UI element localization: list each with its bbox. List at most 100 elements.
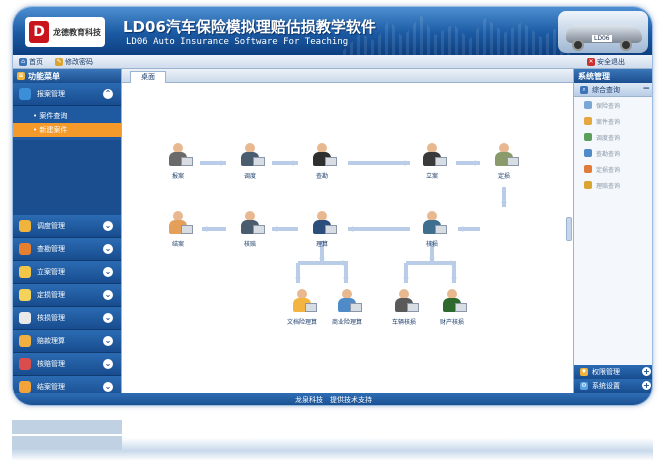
workflow-node-report[interactable]: 报案 xyxy=(158,143,198,180)
flow-arrowhead xyxy=(272,226,278,232)
right-menu-item[interactable]: 案件查询 xyxy=(574,113,652,129)
expand-chevron-icon[interactable]: ⌄ xyxy=(103,313,113,323)
survey-icon xyxy=(307,143,337,169)
top-toolbar: ⌂ 首页 ✎ 修改密码 ✕ 安全退出 xyxy=(13,55,652,69)
sidebar-group-dispatch[interactable]: 调度管理 ⌄ xyxy=(13,215,121,238)
workflow-node-biz-calc[interactable]: 商业险理算 xyxy=(327,289,367,326)
sidebar-group-loss[interactable]: 定损管理 ⌄ xyxy=(13,284,121,307)
expand-chevron-icon[interactable]: ⌄ xyxy=(103,405,113,406)
expand-icon: + xyxy=(642,367,651,376)
car-image: LD06 xyxy=(558,11,648,53)
flow-arrowhead xyxy=(292,160,298,166)
home-icon: ⌂ xyxy=(19,58,27,66)
permission-management-button[interactable]: ♦ 权限管理 + xyxy=(574,365,652,379)
main-content: 桌面 报案 调度 查勘 立案 定损结案 核赔 理算 核损文档险理算 商业险理算 车辆核损 财产核损 xyxy=(121,69,573,393)
expand-chevron-icon[interactable]: ⌄ xyxy=(103,244,113,254)
workflow-node-vehicle-loss[interactable]: 车辆核损 xyxy=(384,289,424,326)
sidebar-group-calc[interactable]: 赔款理算 ⌄ xyxy=(13,330,121,353)
flow-arrowhead xyxy=(501,201,507,207)
right-panel-toggle[interactable] xyxy=(566,217,572,241)
logo-text: 龙德教育科技 xyxy=(53,27,101,37)
app-title: LD06汽车保险模拟理赔估损教学软件 xyxy=(123,18,376,36)
system-settings-button[interactable]: ⚙ 系统设置 + xyxy=(574,379,652,393)
dispatch-icon xyxy=(19,220,31,232)
loss-icon xyxy=(489,143,519,169)
query-item-icon xyxy=(584,117,592,125)
right-menu-item[interactable]: 保险查询 xyxy=(574,97,652,113)
flow-arrowhead xyxy=(458,226,464,232)
collapse-minus-icon[interactable]: − xyxy=(642,84,650,94)
sidebar-submenu-report: • 案件查询 • 新建案件 xyxy=(13,106,121,140)
city-skyline-decoration xyxy=(343,15,573,55)
right-menu-item[interactable]: 查勘查询 xyxy=(574,145,652,161)
filing-icon xyxy=(19,266,31,278)
logo-mark-icon: D xyxy=(29,21,49,43)
expand-icon: + xyxy=(642,381,651,390)
tab-bar: 桌面 xyxy=(122,69,573,83)
report-icon xyxy=(19,88,31,100)
loss-icon xyxy=(19,289,31,301)
sidebar-group-verify[interactable]: 核损管理 ⌄ xyxy=(13,307,121,330)
expand-chevron-icon[interactable]: ⌄ xyxy=(103,290,113,300)
key-icon: ✎ xyxy=(55,58,63,66)
verify-icon xyxy=(417,211,447,237)
biz-calc-icon xyxy=(332,289,362,315)
workflow-node-dispatch[interactable]: 调度 xyxy=(230,143,270,180)
change-password-link[interactable]: ✎ 修改密码 xyxy=(55,57,93,67)
right-sidebar: 系统管理 ⌕ 综合查询 − 保险查询 案件查询 调度查询 查勘查询 定损查询 理赔查询 ♦… xyxy=(573,69,652,393)
review-icon xyxy=(19,358,31,370)
expand-chevron-icon[interactable]: ⌄ xyxy=(103,221,113,231)
collapse-icon[interactable]: ⌃ xyxy=(103,89,113,99)
calc-icon xyxy=(19,335,31,347)
doc-calc-icon xyxy=(287,289,317,315)
window-reflection xyxy=(12,408,653,474)
workflow-node-verify[interactable]: 核损 xyxy=(412,211,452,248)
sidebar-item-case-query[interactable]: • 案件查询 xyxy=(13,109,121,123)
workflow-node-calc[interactable]: 理算 xyxy=(302,211,342,248)
workflow-node-property-loss[interactable]: 财产核损 xyxy=(432,289,472,326)
close-icon xyxy=(163,211,193,237)
comprehensive-query-group[interactable]: ⌕ 综合查询 − xyxy=(574,83,652,97)
close-case-icon xyxy=(19,381,31,393)
home-link[interactable]: ⌂ 首页 xyxy=(19,57,43,67)
dispatch-icon xyxy=(235,143,265,169)
app-window: D 龙德教育科技 LD06汽车保险模拟理赔估损教学软件 LD06 Auto In… xyxy=(12,6,653,406)
workflow-node-loss[interactable]: 定损 xyxy=(484,143,524,180)
sidebar-group-survey[interactable]: 查勘管理 ⌄ xyxy=(13,238,121,261)
review-icon xyxy=(235,211,265,237)
workflow-node-survey[interactable]: 查勘 xyxy=(302,143,342,180)
flow-arrowhead xyxy=(343,277,349,283)
expand-chevron-icon[interactable]: ⌄ xyxy=(103,336,113,346)
footer: 龙泉科技 提供技术支持 xyxy=(13,393,652,405)
logout-link[interactable]: ✕ 安全退出 xyxy=(587,57,625,67)
expand-chevron-icon[interactable]: ⌄ xyxy=(103,359,113,369)
query-icon: ⌕ xyxy=(580,85,588,94)
flow-arrowhead xyxy=(474,160,480,166)
right-menu-item[interactable]: 理赔查询 xyxy=(574,177,652,193)
right-menu-item[interactable]: 调度查询 xyxy=(574,129,652,145)
app-subtitle: LD06 Auto Insurance Software For Teachin… xyxy=(126,37,349,47)
workflow-diagram: 报案 调度 查勘 立案 定损结案 核赔 理算 核损文档险理算 商业险理算 车辆核损 财产核损 xyxy=(122,83,574,393)
verify-icon xyxy=(19,312,31,324)
workflow-node-close[interactable]: 结案 xyxy=(158,211,198,248)
sidebar-group-filing[interactable]: 立案管理 ⌄ xyxy=(13,261,121,284)
filing-icon xyxy=(417,143,447,169)
menu-icon: ≡ xyxy=(17,72,25,80)
workflow-node-review[interactable]: 核赔 xyxy=(230,211,270,248)
right-menu-item[interactable]: 定损查询 xyxy=(574,161,652,177)
company-logo: D 龙德教育科技 xyxy=(25,17,105,47)
workflow-node-filing[interactable]: 立案 xyxy=(412,143,452,180)
app-header: D 龙德教育科技 LD06汽车保险模拟理赔估损教学软件 LD06 Auto In… xyxy=(13,7,652,55)
tab-desktop[interactable]: 桌面 xyxy=(130,71,166,83)
sidebar-group-review[interactable]: 核赔管理 ⌄ xyxy=(13,353,121,376)
logout-icon: ✕ xyxy=(587,58,595,66)
query-item-icon xyxy=(584,165,592,173)
sidebar-group-report[interactable]: 报案管理 ⌃ xyxy=(13,83,121,106)
property-loss-icon xyxy=(437,289,467,315)
vehicle-loss-icon xyxy=(389,289,419,315)
expand-chevron-icon[interactable]: ⌄ xyxy=(103,267,113,277)
flow-arrowhead xyxy=(295,277,301,283)
sidebar-item-new-case[interactable]: • 新建案件 xyxy=(13,123,121,137)
workflow-node-doc-calc[interactable]: 文档险理算 xyxy=(282,289,322,326)
expand-chevron-icon[interactable]: ⌄ xyxy=(103,382,113,392)
